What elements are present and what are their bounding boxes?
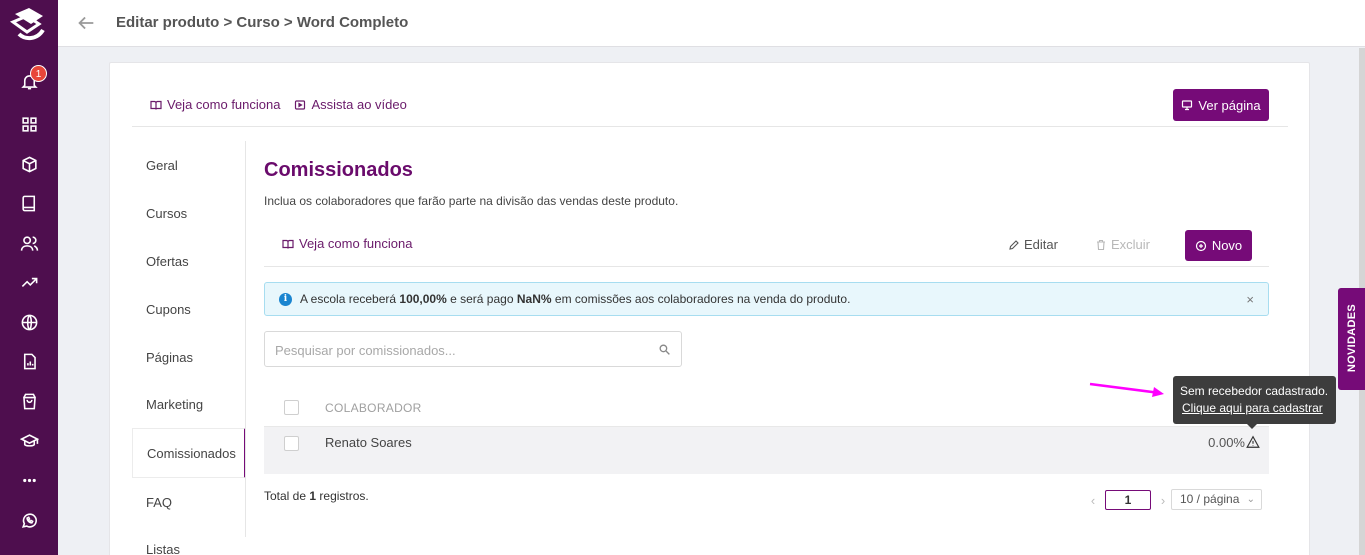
novidades-tab[interactable]: NOVIDADES bbox=[1338, 288, 1365, 390]
open-book-icon bbox=[150, 100, 162, 110]
menu-item-geral[interactable]: Geral bbox=[132, 141, 246, 189]
menu-item-cupons[interactable]: Cupons bbox=[132, 285, 246, 333]
menu-item-marketing[interactable]: Marketing bbox=[132, 380, 246, 428]
watch-video-link[interactable]: Assista ao vídeo bbox=[294, 97, 407, 112]
how-it-works-label: Veja como funciona bbox=[167, 97, 281, 112]
new-label: Novo bbox=[1211, 238, 1243, 253]
alert-suffix: em comissões aos colaboradores na venda … bbox=[554, 292, 851, 306]
trending-icon[interactable] bbox=[17, 270, 41, 294]
top-divider bbox=[132, 126, 1288, 127]
delete-label: Excluir bbox=[1111, 237, 1151, 252]
graduation-cap-icon[interactable] bbox=[17, 429, 41, 453]
product-editor-card: Veja como funciona Assista ao vídeo Ver … bbox=[109, 62, 1310, 555]
watch-video-label: Assista ao vídeo bbox=[311, 97, 407, 112]
total-records: Total de 1 registros. bbox=[264, 489, 369, 503]
play-video-icon bbox=[295, 99, 306, 110]
chevron-down-icon: ⌄ bbox=[1246, 494, 1255, 505]
users-icon[interactable] bbox=[17, 231, 41, 255]
pagination: ‹ 1 › bbox=[1085, 490, 1171, 510]
breadcrumb: Editar produto > Curso > Word Completo bbox=[116, 14, 409, 31]
help-links: Veja como funciona Assista ao vídeo bbox=[150, 97, 407, 112]
no-recipient-tooltip: Sem recebedor cadastrado. Clique aqui pa… bbox=[1173, 376, 1336, 429]
commission-percent: 0.00% bbox=[1208, 435, 1245, 450]
novidades-label: NOVIDADES bbox=[1346, 303, 1358, 373]
trash-icon bbox=[1097, 239, 1105, 250]
monitor-icon bbox=[1182, 100, 1193, 111]
whatsapp-icon[interactable] bbox=[17, 508, 41, 532]
top-header: Editar produto > Curso > Word Completo bbox=[58, 0, 1365, 47]
menu-item-comissionados[interactable]: Comissionados bbox=[132, 428, 246, 478]
select-all-checkbox[interactable] bbox=[284, 400, 299, 415]
edit-button[interactable]: Editar bbox=[1008, 237, 1058, 252]
plus-circle-icon bbox=[1195, 240, 1206, 251]
alert-prefix: A escola receberá bbox=[300, 292, 397, 306]
alert-middle: e será pago bbox=[450, 292, 514, 306]
annotation-arrow bbox=[1089, 382, 1164, 397]
menu-item-faq[interactable]: FAQ bbox=[132, 478, 246, 526]
delete-button[interactable]: Excluir bbox=[1095, 237, 1150, 252]
how-it-works-link[interactable]: Veja como funciona bbox=[150, 97, 280, 112]
total-suffix: registros. bbox=[319, 489, 369, 503]
search-input[interactable] bbox=[275, 340, 645, 360]
commission-info-alert: i A escola receberá 100,00% e será pago … bbox=[264, 282, 1269, 316]
pencil-icon bbox=[1009, 239, 1019, 250]
section-how-it-works-label: Veja como funciona bbox=[299, 236, 413, 251]
report-icon[interactable] bbox=[17, 349, 41, 373]
sidebar: 1 bbox=[0, 0, 58, 555]
alert-text: A escola receberá 100,00% e será pago Na… bbox=[300, 292, 850, 306]
prev-page-icon[interactable]: ‹ bbox=[1085, 493, 1101, 508]
menu-item-paginas[interactable]: Páginas bbox=[132, 333, 246, 381]
box-icon[interactable] bbox=[17, 152, 41, 176]
app-logo[interactable] bbox=[9, 4, 49, 44]
total-count: 1 bbox=[309, 489, 317, 503]
warning-icon[interactable] bbox=[1246, 435, 1260, 449]
more-icon[interactable] bbox=[17, 468, 41, 492]
alert-commission-percent: NaN% bbox=[516, 292, 552, 306]
column-header-colaborador: COLABORADOR bbox=[325, 401, 422, 415]
view-page-button[interactable]: Ver página bbox=[1173, 89, 1269, 121]
tooltip-message: Sem recebedor cadastrado. bbox=[1180, 384, 1329, 398]
shopping-bag-icon[interactable] bbox=[17, 389, 41, 413]
info-icon: i bbox=[279, 292, 292, 306]
search-field[interactable] bbox=[264, 331, 682, 367]
search-icon[interactable] bbox=[658, 343, 671, 356]
globe-icon[interactable] bbox=[17, 310, 41, 334]
total-prefix: Total de bbox=[264, 489, 307, 503]
new-commissioned-button[interactable]: Novo bbox=[1185, 230, 1252, 261]
menu-item-ofertas[interactable]: Ofertas bbox=[132, 237, 246, 285]
page-size-select[interactable]: 10 / página ⌄ bbox=[1171, 489, 1262, 510]
back-arrow-icon[interactable] bbox=[75, 12, 97, 34]
row-checkbox[interactable] bbox=[284, 436, 299, 451]
page-size-value: 10 / página bbox=[1180, 492, 1240, 506]
alert-school-percent: 100,00% bbox=[399, 292, 447, 306]
book-icon[interactable] bbox=[17, 191, 41, 215]
notification-count-badge: 1 bbox=[30, 65, 47, 82]
page-number[interactable]: 1 bbox=[1105, 490, 1151, 510]
section-description: Inclua os colaboradores que farão parte … bbox=[264, 194, 679, 208]
collaborator-name: Renato Soares bbox=[325, 435, 412, 450]
view-page-label: Ver página bbox=[1198, 97, 1261, 113]
open-book-icon bbox=[282, 239, 294, 249]
table-row[interactable]: Renato Soares 0.00% bbox=[264, 426, 1269, 474]
menu-item-listas[interactable]: Listas bbox=[132, 525, 246, 555]
section-title: Comissionados bbox=[264, 159, 413, 181]
register-recipient-link[interactable]: Clique aqui para cadastrar bbox=[1180, 400, 1329, 417]
menu-item-cursos[interactable]: Cursos bbox=[132, 189, 246, 237]
next-page-icon[interactable]: › bbox=[1155, 493, 1171, 508]
menu-divider bbox=[245, 141, 246, 537]
edit-label: Editar bbox=[1024, 237, 1058, 252]
grid-icon[interactable] bbox=[17, 112, 41, 136]
section-divider bbox=[264, 266, 1269, 267]
close-icon[interactable]: × bbox=[1246, 292, 1254, 307]
section-how-it-works-link[interactable]: Veja como funciona bbox=[282, 236, 412, 251]
